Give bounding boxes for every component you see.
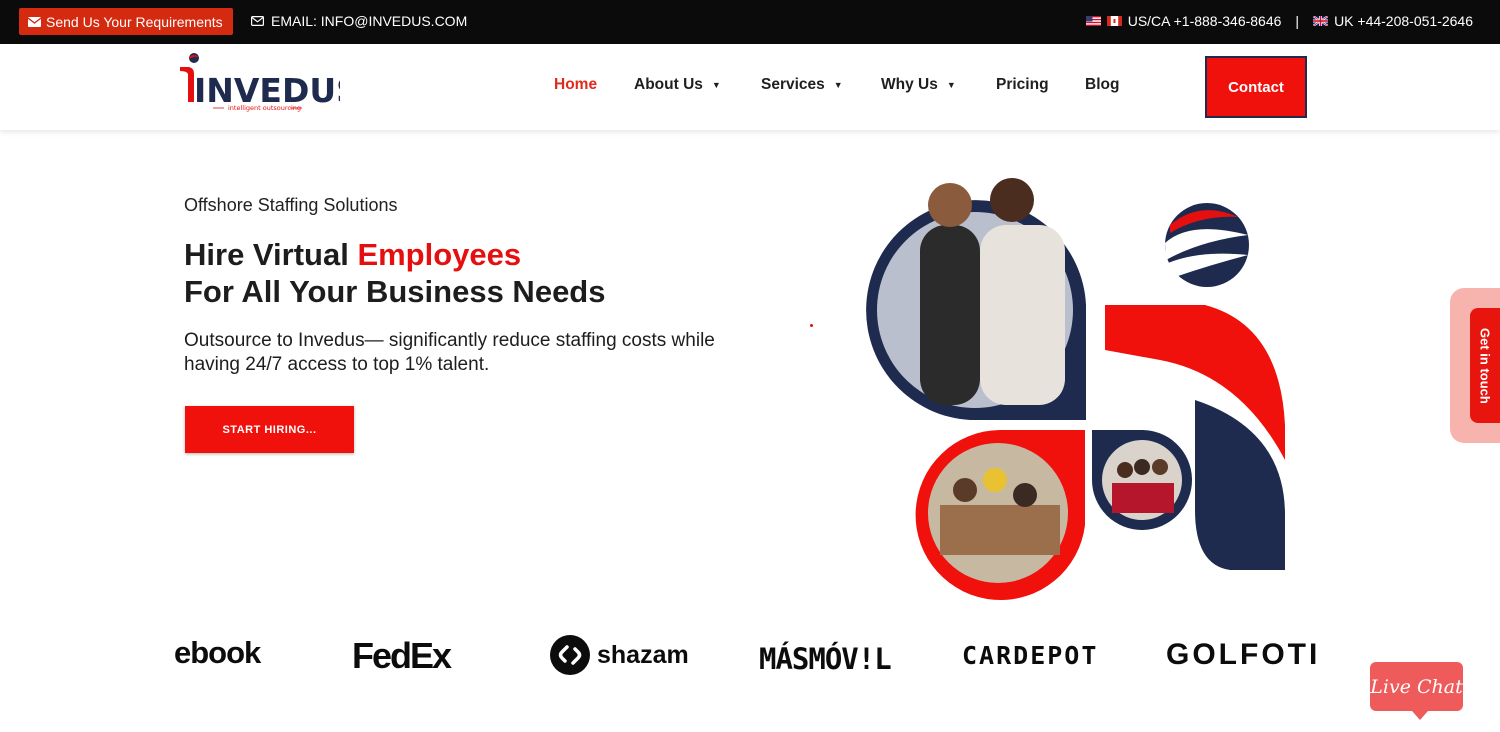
client-logo-fedex: FedEx xyxy=(352,635,452,676)
top-bar: Send Us Your Requirements EMAIL: INFO@IN… xyxy=(0,0,1500,44)
main-nav: Home About Us ▼ Services ▼ Why Us ▼ Pric… xyxy=(554,76,1119,94)
client-logo-shazam-group: shazam xyxy=(550,635,689,675)
caret-down-icon: ▼ xyxy=(946,80,956,90)
live-chat-label: Live Chat xyxy=(1370,675,1463,698)
contact-label: Contact xyxy=(1228,78,1284,96)
canada-flag-icon xyxy=(1106,16,1122,26)
headline-part1: Hire Virtual xyxy=(184,237,358,272)
email-link[interactable]: EMAIL: INFO@INVEDUS.COM xyxy=(251,13,467,29)
decorative-dot xyxy=(810,324,813,327)
client-logo-cardepot: CARDEPOT xyxy=(962,641,1099,670)
nav-about-label: About Us xyxy=(634,76,703,93)
nav-pricing-label: Pricing xyxy=(996,76,1049,93)
nav-item-why-us[interactable]: Why Us ▼ xyxy=(881,76,996,94)
nav-item-blog[interactable]: Blog xyxy=(1085,76,1119,94)
get-in-touch-tab: Get in touch xyxy=(1450,288,1500,443)
nav-home-label: Home xyxy=(554,76,598,93)
envelope-outline-icon xyxy=(251,16,264,26)
client-logo-golfoti: GOLFOTI xyxy=(1166,638,1318,671)
caret-down-icon: ▼ xyxy=(711,80,721,90)
headline-line2: For All Your Business Needs xyxy=(184,274,606,309)
hero-headline: Hire Virtual Employees For All Your Busi… xyxy=(184,236,605,310)
caret-down-icon: ▼ xyxy=(833,80,843,90)
client-logos: ebook FedEx shazam MÁSMÓV!L CARDEPOT GOL… xyxy=(174,625,1318,687)
nav-item-pricing[interactable]: Pricing xyxy=(996,76,1085,94)
nav-blog-label: Blog xyxy=(1085,76,1120,93)
nav-item-home[interactable]: Home xyxy=(554,76,634,94)
headline-highlight: Employees xyxy=(357,237,522,272)
hero-illustration xyxy=(866,178,1285,600)
hero-description: Outsource to Invedus— significantly redu… xyxy=(184,330,715,375)
contact-button[interactable]: Contact xyxy=(1205,56,1307,118)
nav-why-label: Why Us xyxy=(881,76,938,93)
phone-us[interactable]: US/CA +1-888-346-8646 xyxy=(1128,13,1282,29)
uk-flag-icon xyxy=(1313,16,1329,26)
logo-tagline: intelligent outsourcing xyxy=(228,104,301,112)
client-logo-masmovil: MÁSMÓV!L xyxy=(759,642,892,676)
us-flag-icon xyxy=(1085,16,1101,26)
client-logo-shazam: shazam xyxy=(597,640,689,669)
start-hiring-label: START HIRING... xyxy=(222,423,317,436)
sphere-logo-icon xyxy=(1165,203,1249,287)
shazam-icon xyxy=(550,635,590,675)
nav-item-about-us[interactable]: About Us ▼ xyxy=(634,76,761,94)
send-requirements-label: Send Us Your Requirements xyxy=(46,13,223,30)
main-header: INVEDUS intelligent outsourcing Home Abo… xyxy=(0,44,1500,130)
get-in-touch-button[interactable]: Get in touch xyxy=(1470,308,1500,423)
invedus-logo[interactable]: INVEDUS intelligent outsourcing xyxy=(178,52,340,114)
phone-uk[interactable]: UK +44-208-051-2646 xyxy=(1334,13,1473,29)
live-chat-button[interactable]: Live Chat xyxy=(1370,662,1463,720)
client-logo-facebook: ebook xyxy=(174,635,261,670)
email-label: EMAIL: INFO@INVEDUS.COM xyxy=(271,13,468,29)
nav-item-services[interactable]: Services ▼ xyxy=(761,76,881,94)
phone-separator: | xyxy=(1295,13,1300,29)
send-requirements-button[interactable]: Send Us Your Requirements xyxy=(19,8,233,35)
envelope-icon xyxy=(28,16,41,27)
phone-numbers: US/CA +1-888-346-8646 | UK +44-208-051-2… xyxy=(1085,13,1473,29)
start-hiring-button[interactable]: START HIRING... xyxy=(185,406,354,453)
get-in-touch-label: Get in touch xyxy=(1477,327,1493,404)
hero-eyebrow: Offshore Staffing Solutions xyxy=(184,195,398,215)
nav-services-label: Services xyxy=(761,76,825,93)
